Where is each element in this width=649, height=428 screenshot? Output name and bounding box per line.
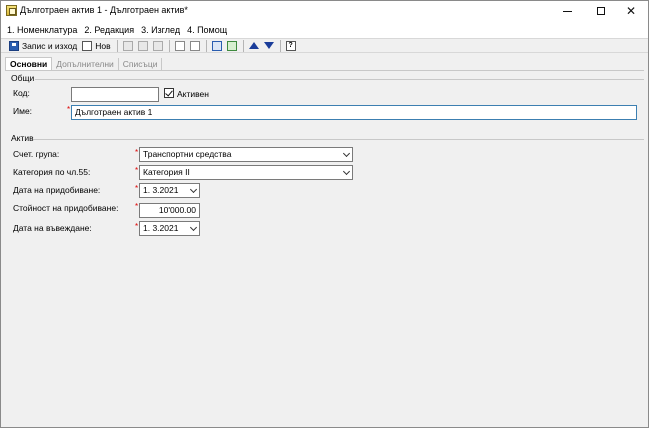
help-button[interactable]: ? bbox=[284, 39, 298, 52]
next-button[interactable] bbox=[262, 39, 276, 52]
copy-icon bbox=[137, 40, 148, 51]
save-and-exit-button[interactable]: Запис и изход bbox=[7, 39, 79, 52]
category-select[interactable]: Категория II bbox=[139, 165, 353, 180]
toolbar-separator bbox=[242, 39, 244, 52]
tab-main[interactable]: Основни bbox=[5, 57, 53, 70]
commission-date-picker[interactable]: 1. 3.2021 bbox=[139, 221, 200, 236]
general-group-line bbox=[35, 79, 644, 80]
commission-date-value: 1. 3.2021 bbox=[143, 223, 179, 233]
new-label: Нов bbox=[95, 40, 111, 51]
general-group-title: Общи bbox=[11, 73, 35, 83]
tab-lists[interactable]: Списъци bbox=[119, 58, 163, 70]
cut-button[interactable] bbox=[121, 39, 135, 52]
tab-divider bbox=[5, 70, 644, 71]
menu-view[interactable]: 3. Изглед bbox=[141, 25, 180, 35]
active-checkbox[interactable] bbox=[164, 88, 174, 98]
chevron-down-icon bbox=[342, 149, 351, 158]
close-icon: ✕ bbox=[625, 4, 637, 18]
required-marker: * bbox=[67, 105, 71, 114]
menu-bar: 1. Номенклатура 2. Редакция 3. Изглед 4.… bbox=[1, 21, 648, 38]
arrow-down-icon bbox=[263, 42, 274, 49]
save-icon bbox=[9, 40, 19, 51]
maximize-icon bbox=[597, 7, 605, 15]
minimize-button[interactable] bbox=[549, 1, 585, 21]
account-group-value: Транспортни средства bbox=[143, 149, 232, 159]
save-and-exit-label: Запис и изход bbox=[22, 40, 78, 51]
active-label: Активен bbox=[177, 89, 209, 99]
code-label: Код: bbox=[13, 88, 30, 98]
required-marker: * bbox=[135, 184, 139, 193]
menu-help[interactable]: 4. Помощ bbox=[187, 25, 227, 35]
name-input[interactable]: Дълготраен актив 1 bbox=[71, 105, 637, 120]
acquisition-value-input[interactable]: 10'000.00 bbox=[139, 203, 200, 218]
window-title: Дълготраен актив 1 - Дълготраен актив* bbox=[20, 5, 188, 15]
account-group-label: Счет. група: bbox=[13, 149, 60, 159]
minimize-icon bbox=[562, 10, 572, 12]
acquisition-date-picker[interactable]: 1. 3.2021 bbox=[139, 183, 200, 198]
chevron-down-icon bbox=[189, 223, 198, 232]
print-icon bbox=[174, 40, 185, 51]
new-button[interactable]: Нов bbox=[80, 39, 112, 52]
asset-group-line bbox=[33, 139, 644, 140]
category-value: Категория II bbox=[143, 167, 190, 177]
title-bar: Дълготраен актив 1 - Дълготраен актив* ✕ bbox=[1, 1, 648, 21]
paste-button[interactable] bbox=[151, 39, 165, 52]
cut-icon bbox=[122, 40, 133, 51]
toolbar-separator bbox=[279, 39, 281, 52]
app-icon bbox=[6, 5, 17, 16]
required-marker: * bbox=[135, 202, 139, 211]
name-label: Име: bbox=[13, 106, 33, 116]
commission-date-label: Дата на въвеждане: bbox=[13, 223, 92, 233]
calendar-icon bbox=[211, 40, 222, 51]
refresh-icon bbox=[226, 40, 237, 51]
acquisition-value-label: Стойност на придобиване: bbox=[13, 203, 119, 213]
tab-strip: Основни Допълнителни Списъци bbox=[5, 57, 163, 70]
account-group-select[interactable]: Транспортни средства bbox=[139, 147, 353, 162]
chevron-down-icon bbox=[189, 185, 198, 194]
refresh-button[interactable] bbox=[225, 39, 239, 52]
close-button[interactable]: ✕ bbox=[613, 1, 649, 21]
menu-edit[interactable]: 2. Редакция bbox=[84, 25, 134, 35]
toolbar-separator bbox=[168, 39, 170, 52]
code-input[interactable] bbox=[71, 87, 159, 102]
asset-group-title: Актив bbox=[11, 133, 34, 143]
acquisition-date-value: 1. 3.2021 bbox=[143, 185, 179, 195]
toolbar: Запис и изход Нов ? bbox=[1, 38, 648, 53]
required-marker: * bbox=[135, 148, 139, 157]
required-marker: * bbox=[135, 222, 139, 231]
toolbar-separator bbox=[205, 39, 207, 52]
print-preview-icon bbox=[189, 40, 200, 51]
help-icon: ? bbox=[285, 40, 296, 51]
required-marker: * bbox=[135, 166, 139, 175]
print-preview-button[interactable] bbox=[188, 39, 202, 52]
paste-icon bbox=[152, 40, 163, 51]
copy-button[interactable] bbox=[136, 39, 150, 52]
category-label: Категория по чл.55: bbox=[13, 167, 91, 177]
new-document-icon bbox=[82, 40, 93, 51]
toolbar-separator bbox=[116, 39, 118, 52]
menu-nomenclature[interactable]: 1. Номенклатура bbox=[7, 25, 77, 35]
calendar-button[interactable] bbox=[210, 39, 224, 52]
arrow-up-icon bbox=[248, 42, 259, 49]
print-button[interactable] bbox=[173, 39, 187, 52]
acquisition-date-label: Дата на придобиване: bbox=[13, 185, 101, 195]
chevron-down-icon bbox=[342, 167, 351, 176]
asset-window: Дълготраен актив 1 - Дълготраен актив* ✕… bbox=[0, 0, 649, 428]
previous-button[interactable] bbox=[247, 39, 261, 52]
tab-additional[interactable]: Допълнителни bbox=[52, 58, 119, 70]
